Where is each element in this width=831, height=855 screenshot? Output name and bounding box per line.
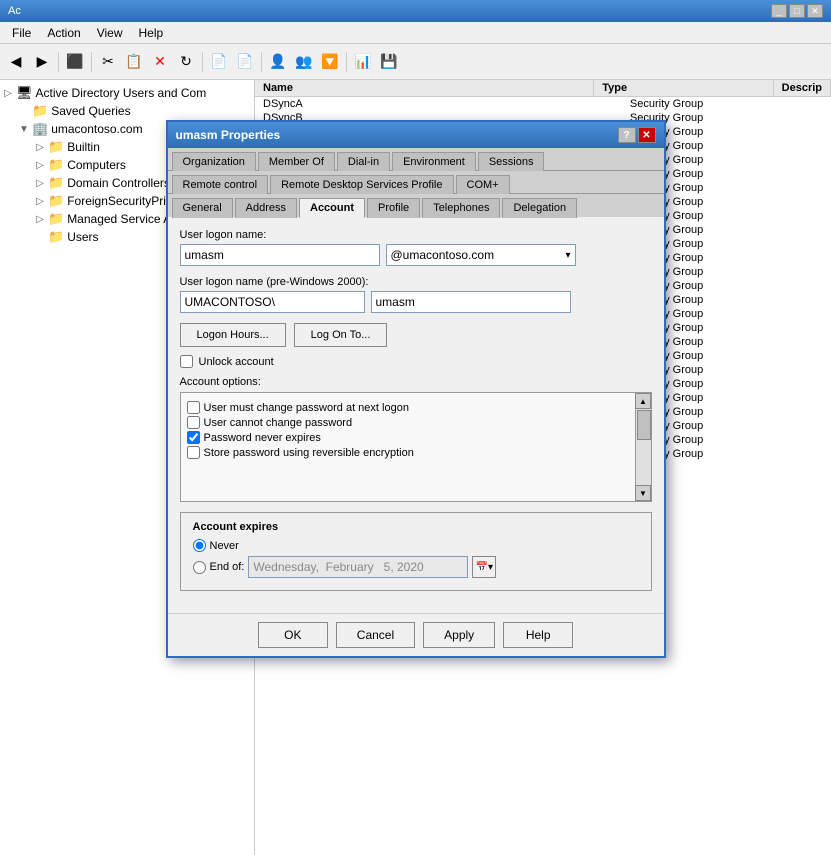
password-never-expires-checkbox[interactable]: [187, 431, 200, 444]
cannot-change-password-checkbox[interactable]: [187, 416, 200, 429]
dialog-close-button[interactable]: ✕: [638, 127, 656, 143]
tab-profile[interactable]: Profile: [367, 198, 420, 218]
tab-sessions[interactable]: Sessions: [478, 152, 545, 171]
log-on-to-button[interactable]: Log On To...: [294, 323, 388, 347]
dialog-title-bar: umasm Properties ? ✕: [168, 122, 664, 148]
username-pre-win2000-input[interactable]: [371, 291, 571, 313]
logon-hours-button[interactable]: Logon Hours...: [180, 323, 286, 347]
account-options-label: Account options:: [180, 376, 652, 388]
dialog-content: User logon name: @umacontoso.com ▾ User …: [168, 217, 664, 613]
logon-buttons-row: Logon Hours... Log On To...: [180, 323, 652, 347]
tab-address[interactable]: Address: [235, 198, 297, 218]
unlock-account-label[interactable]: Unlock account: [199, 356, 274, 368]
user-logon-name-input[interactable]: [180, 244, 380, 266]
tab-row-2: Remote control Remote Desktop Services P…: [168, 170, 664, 193]
dialog-help-button[interactable]: ?: [618, 127, 636, 143]
tab-environment[interactable]: Environment: [392, 152, 476, 171]
dialog-overlay: umasm Properties ? ✕ Organization Member…: [0, 0, 831, 855]
dropdown-arrow-icon: ▾: [565, 250, 570, 261]
pre-win2000-group: User logon name (pre-Windows 2000):: [180, 276, 652, 313]
tab-telephones[interactable]: Telephones: [422, 198, 500, 218]
cannot-change-password-label: User cannot change password: [204, 417, 353, 429]
store-password-checkbox[interactable]: [187, 446, 200, 459]
domain-prefix-input[interactable]: [180, 291, 365, 313]
tab-dial-in[interactable]: Dial-in: [337, 152, 390, 171]
dialog-bottom-buttons: OK Cancel Apply Help: [168, 613, 664, 656]
tab-account[interactable]: Account: [299, 198, 365, 218]
ok-button[interactable]: OK: [258, 622, 328, 648]
dialog-title-buttons: ? ✕: [618, 127, 656, 143]
checkbox-cannot-change-password[interactable]: User cannot change password: [187, 416, 627, 429]
properties-dialog: umasm Properties ? ✕ Organization Member…: [166, 120, 666, 658]
help-button[interactable]: Help: [503, 622, 573, 648]
pre-win2000-label: User logon name (pre-Windows 2000):: [180, 276, 652, 288]
must-change-password-checkbox[interactable]: [187, 401, 200, 414]
checkbox-password-never-expires[interactable]: Password never expires: [187, 431, 627, 444]
unlock-account-checkbox[interactable]: [180, 355, 193, 368]
cancel-button[interactable]: Cancel: [336, 622, 415, 648]
tab-row-1: Organization Member Of Dial-in Environme…: [168, 148, 664, 170]
radio-end-of[interactable]: End of: 📅▾: [193, 556, 639, 578]
user-logon-name-row: @umacontoso.com ▾: [180, 244, 652, 266]
apply-button[interactable]: Apply: [423, 622, 495, 648]
domain-dropdown-value: @umacontoso.com: [391, 248, 495, 262]
never-label: Never: [210, 540, 239, 552]
tab-member-of[interactable]: Member Of: [258, 152, 335, 171]
account-expires-label: Account expires: [193, 521, 639, 533]
radio-never[interactable]: Never: [193, 539, 639, 552]
calendar-button[interactable]: 📅▾: [472, 556, 496, 578]
account-expires-box: Account expires Never End of: 📅▾: [180, 512, 652, 591]
tab-organization[interactable]: Organization: [172, 152, 256, 171]
pre-win2000-row: [180, 291, 652, 313]
tab-remote-control[interactable]: Remote control: [172, 175, 269, 194]
unlock-account-row: Unlock account: [180, 355, 652, 368]
user-logon-name-group: User logon name: @umacontoso.com ▾: [180, 229, 652, 266]
tab-rdp[interactable]: Remote Desktop Services Profile: [270, 175, 453, 194]
tab-general[interactable]: General: [172, 198, 233, 218]
dialog-title-text: umasm Properties: [176, 128, 281, 142]
checkbox-store-password[interactable]: Store password using reversible encrypti…: [187, 446, 627, 459]
user-logon-name-label: User logon name:: [180, 229, 652, 241]
scroll-up-button[interactable]: ▲: [635, 393, 651, 409]
tab-delegation[interactable]: Delegation: [502, 198, 577, 218]
account-options-box: User must change password at next logon …: [180, 392, 652, 502]
end-of-date-input[interactable]: [248, 556, 468, 578]
domain-dropdown[interactable]: @umacontoso.com ▾: [386, 244, 576, 266]
must-change-password-label: User must change password at next logon: [204, 402, 409, 414]
tab-com-plus[interactable]: COM+: [456, 175, 510, 194]
checkbox-must-change-password[interactable]: User must change password at next logon: [187, 401, 627, 414]
scrollbar-vertical[interactable]: ▲ ▼: [635, 393, 651, 501]
store-password-label: Store password using reversible encrypti…: [204, 447, 414, 459]
end-of-label: End of:: [210, 561, 245, 573]
scroll-down-button[interactable]: ▼: [635, 485, 651, 501]
tab-row-3: General Address Account Profile Telephon…: [168, 193, 664, 217]
password-never-expires-label: Password never expires: [204, 432, 321, 444]
scroll-track: [636, 409, 650, 485]
never-radio[interactable]: [193, 539, 206, 552]
end-of-radio[interactable]: [193, 561, 206, 574]
scroll-thumb[interactable]: [637, 410, 651, 440]
